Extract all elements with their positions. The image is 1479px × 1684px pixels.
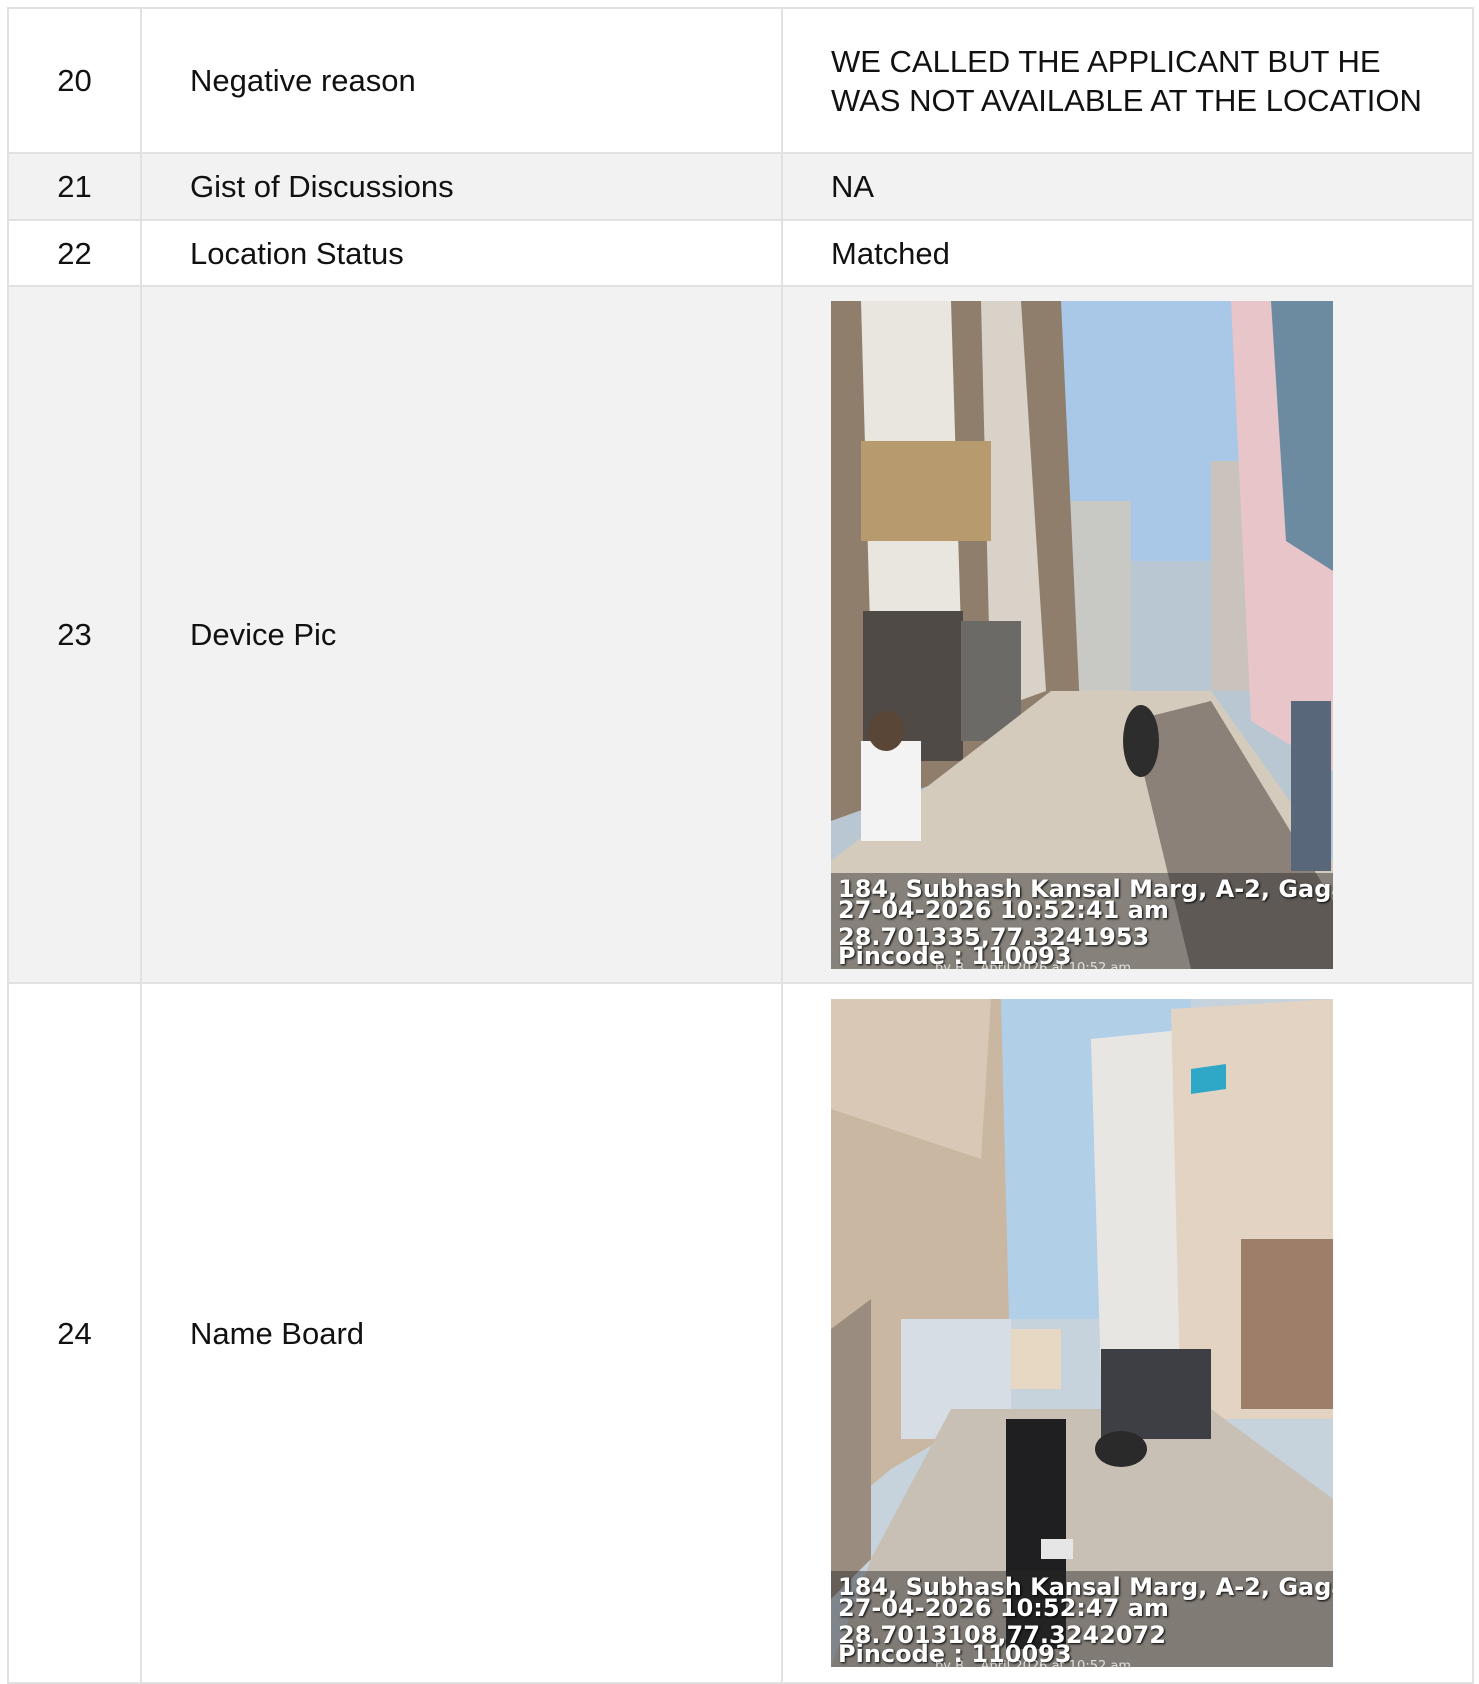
street-scene-image [831, 300, 1333, 969]
row-number: 23 [7, 285, 142, 984]
table-row: 24 Name Board 184, Subhash Kansal Marg, … [7, 982, 1474, 1684]
field-label: Location Status [140, 219, 783, 287]
field-value: Matched [781, 219, 1474, 287]
row-number: 20 [7, 7, 142, 154]
table-row: 21 Gist of Discussions NA [7, 152, 1474, 221]
field-value: NA [781, 152, 1474, 221]
row-number: 22 [7, 219, 142, 287]
details-table: 20 Negative reason WE CALLED THE APPLICA… [7, 7, 1474, 1684]
street-scene-image [831, 999, 1333, 1667]
table-row: 23 Device Pic 184, Subhash Kansal Marg, … [7, 285, 1474, 984]
field-label: Negative reason [140, 7, 783, 154]
row-number: 21 [7, 152, 142, 221]
field-value: 184, Subhash Kansal Marg, A-2, Gagan ...… [781, 285, 1474, 984]
photo-datetime: 27-04-2026 10:52:41 am [838, 895, 1169, 924]
row-number: 24 [7, 982, 142, 1684]
field-value: WE CALLED THE APPLICANT BUT HE WAS NOT A… [781, 7, 1474, 154]
name-board-photo: 184, Subhash Kansal Marg, A-2, Gagan ...… [831, 999, 1333, 1667]
photo-stamp: 184, Subhash Kansal Marg, A-2, Gagan ...… [831, 872, 1333, 969]
photo-stamp: 184, Subhash Kansal Marg, A-2, Gagan ...… [831, 1571, 1333, 1667]
photo-watermark: by B... April 2026 at 10:52 am [935, 960, 1132, 969]
photo-watermark: by B... April 2026 at 10:52 am [935, 1659, 1132, 1667]
table-row: 20 Negative reason WE CALLED THE APPLICA… [7, 7, 1474, 154]
table-row: 22 Location Status Matched [7, 219, 1474, 287]
field-label: Device Pic [140, 285, 783, 984]
field-value: 184, Subhash Kansal Marg, A-2, Gagan ...… [781, 982, 1474, 1684]
photo-datetime: 27-04-2026 10:52:47 am [838, 1594, 1169, 1622]
device-photo: 184, Subhash Kansal Marg, A-2, Gagan ...… [831, 300, 1333, 969]
field-label: Gist of Discussions [140, 152, 783, 221]
field-label: Name Board [140, 982, 783, 1684]
